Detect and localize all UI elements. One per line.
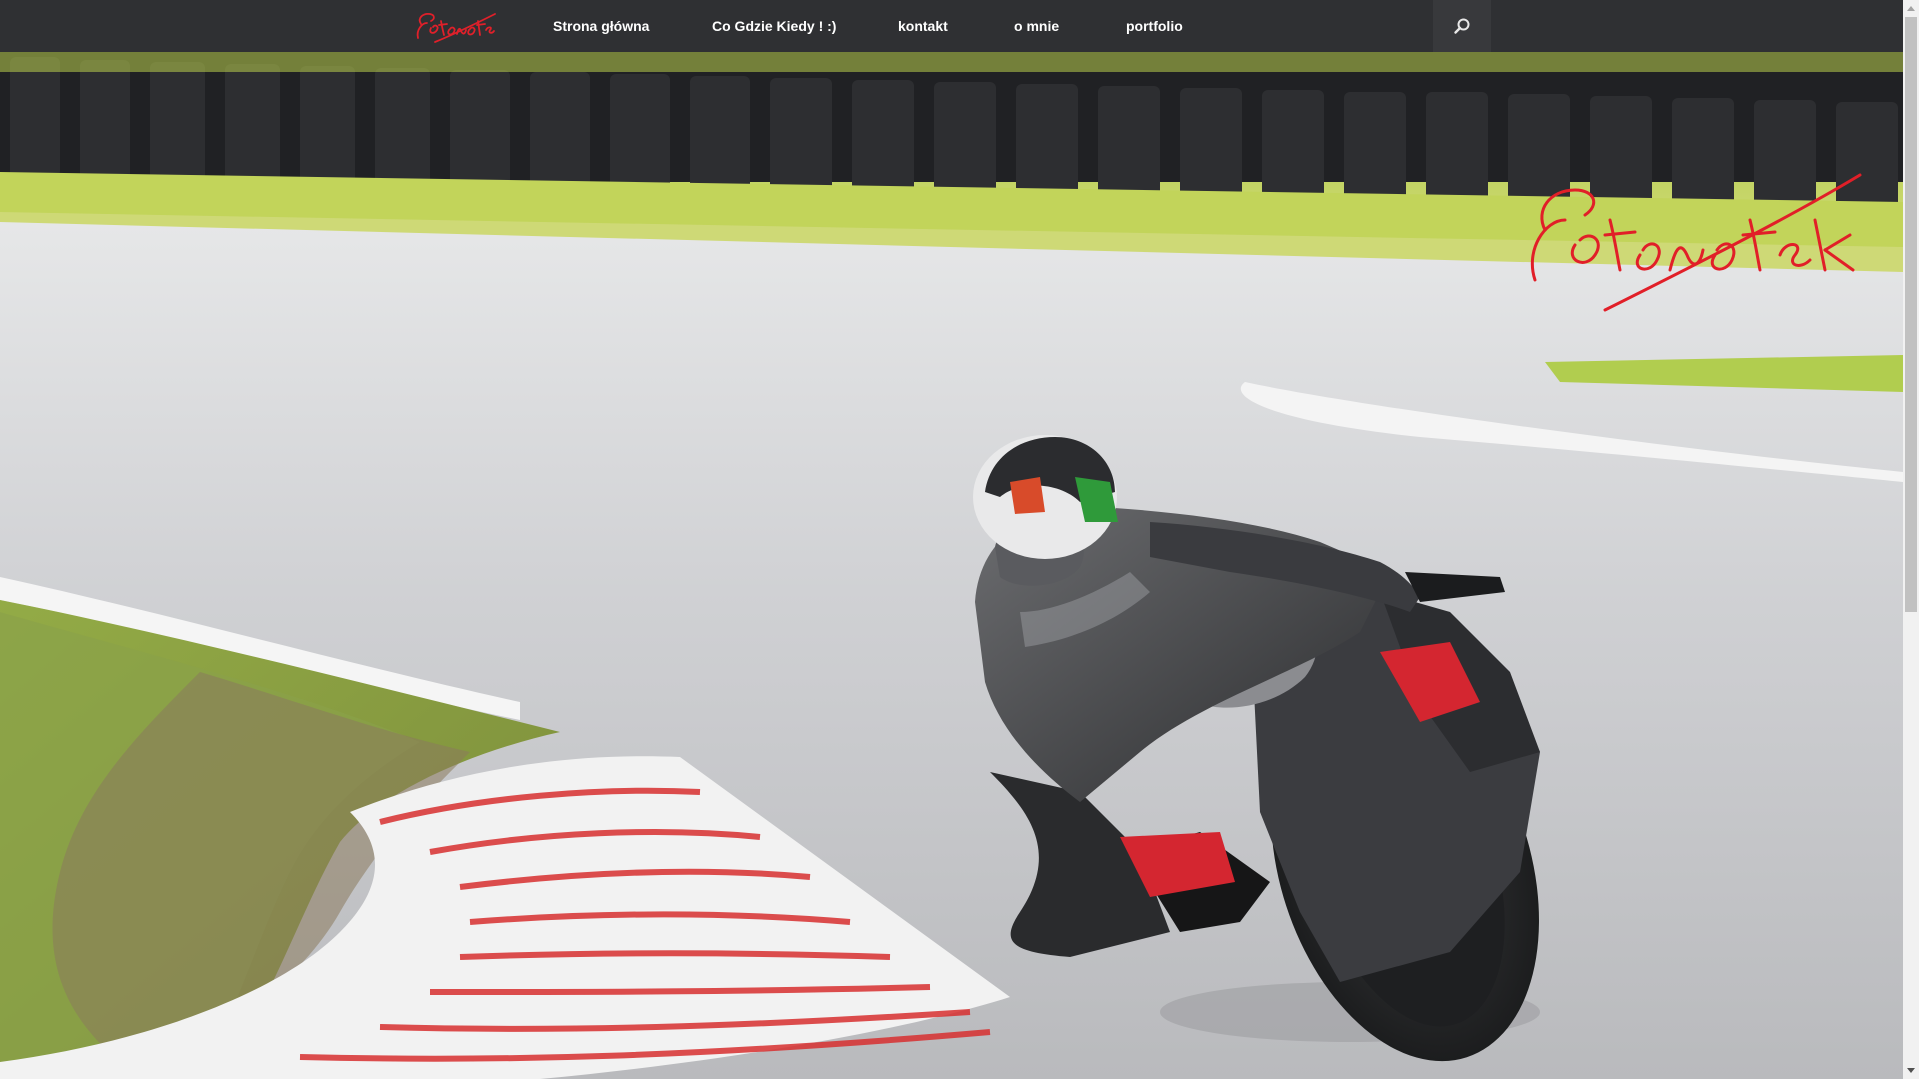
nav-item-home[interactable]: Strona główna bbox=[553, 0, 649, 52]
search-button[interactable] bbox=[1433, 0, 1491, 52]
site-logo[interactable] bbox=[413, 8, 497, 44]
page-viewport: Strona główna Co Gdzie Kiedy ! :) kontak… bbox=[0, 0, 1903, 1079]
nav-item-portfolio[interactable]: portfolio bbox=[1126, 0, 1183, 52]
nav-item-about[interactable]: o mnie bbox=[1014, 0, 1059, 52]
search-icon bbox=[1454, 18, 1470, 34]
chevron-up-icon bbox=[1907, 6, 1915, 11]
page-scrollbar[interactable] bbox=[1903, 0, 1919, 1079]
scrollbar-thumb[interactable] bbox=[1905, 17, 1917, 612]
nav-item-events[interactable]: Co Gdzie Kiedy ! :) bbox=[712, 0, 836, 52]
top-navigation: Strona główna Co Gdzie Kiedy ! :) kontak… bbox=[0, 0, 1903, 52]
chevron-down-icon bbox=[1907, 1068, 1915, 1073]
hero-image bbox=[0, 52, 1903, 1079]
scroll-down-button[interactable] bbox=[1903, 1063, 1919, 1079]
nav-item-contact[interactable]: kontakt bbox=[898, 0, 948, 52]
watermark-signature bbox=[1530, 173, 1862, 312]
scroll-up-button[interactable] bbox=[1903, 0, 1919, 16]
